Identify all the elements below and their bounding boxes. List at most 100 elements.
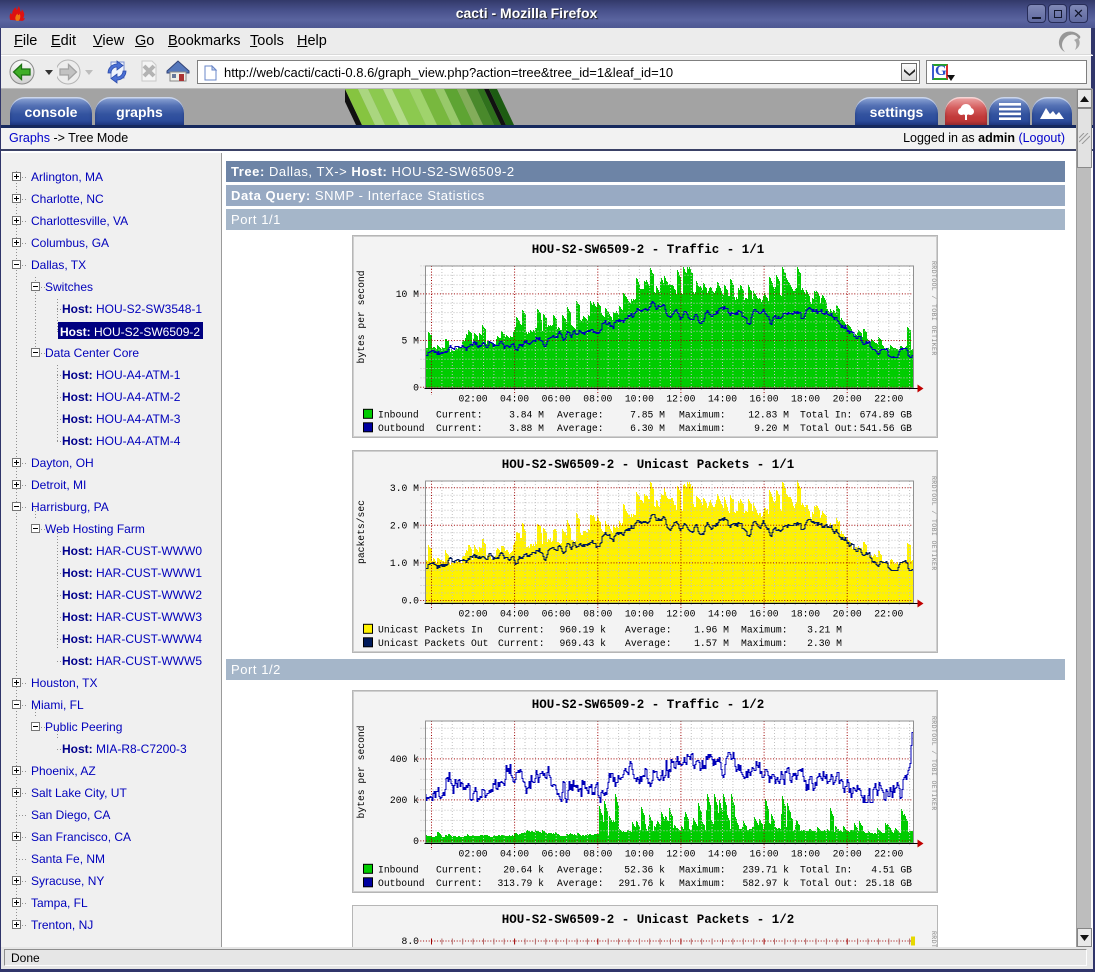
svg-text:Average:: Average:: [625, 625, 672, 636]
svg-text:RRDTOOL /: RRDTOOL /: [930, 931, 937, 947]
svg-text:18:00: 18:00: [791, 609, 820, 620]
svg-text:16:00: 16:00: [750, 849, 779, 860]
svg-text:14:00: 14:00: [708, 394, 737, 405]
svg-text:18:00: 18:00: [791, 394, 820, 405]
svg-text:Average:: Average:: [625, 638, 672, 649]
svg-text:HOU-S2-SW6509-2 - Unicast Pack: HOU-S2-SW6509-2 - Unicast Packets - 1/2: [502, 913, 795, 927]
svg-text:Unicast Packets In: Unicast Packets In: [378, 625, 483, 636]
svg-text:14:00: 14:00: [708, 849, 737, 860]
svg-text:bytes per second: bytes per second: [356, 270, 367, 363]
svg-text:Current:: Current:: [498, 625, 545, 636]
svg-text:Average:: Average:: [557, 878, 604, 889]
svg-text:52.36 k: 52.36 k: [624, 865, 665, 876]
svg-text:313.79 k: 313.79 k: [497, 878, 544, 889]
svg-text:Current:: Current:: [436, 865, 483, 876]
svg-text:Average:: Average:: [557, 410, 604, 421]
svg-text:582.97 k: 582.97 k: [742, 878, 789, 889]
svg-text:14:00: 14:00: [708, 609, 737, 620]
svg-text:08:00: 08:00: [583, 394, 612, 405]
svg-text:Inbound: Inbound: [378, 865, 419, 876]
svg-text:12.83 M: 12.83 M: [748, 410, 789, 421]
svg-text:12:00: 12:00: [666, 394, 695, 405]
svg-text:Current:: Current:: [436, 878, 483, 889]
svg-text:04:00: 04:00: [500, 849, 529, 860]
svg-text:02:00: 02:00: [459, 394, 488, 405]
svg-text:Inbound: Inbound: [378, 410, 419, 421]
svg-text:20:00: 20:00: [833, 609, 862, 620]
svg-text:02:00: 02:00: [459, 849, 488, 860]
svg-text:22:00: 22:00: [874, 609, 903, 620]
svg-text:Current:: Current:: [436, 410, 483, 421]
svg-text:10:00: 10:00: [625, 394, 654, 405]
svg-text:7.85 M: 7.85 M: [630, 410, 665, 421]
svg-text:969.43 k: 969.43 k: [559, 638, 606, 649]
svg-text:1.57 M: 1.57 M: [694, 638, 729, 649]
svg-text:200 k: 200 k: [390, 795, 419, 806]
svg-text:3.21 M: 3.21 M: [807, 625, 842, 636]
svg-text:Maximum:: Maximum:: [741, 638, 788, 649]
svg-text:HOU-S2-SW6509-2 - Traffic - 1/: HOU-S2-SW6509-2 - Traffic - 1/2: [532, 698, 765, 712]
svg-text:Average:: Average:: [557, 423, 604, 434]
svg-text:20:00: 20:00: [833, 849, 862, 860]
svg-text:Current:: Current:: [436, 423, 483, 434]
svg-text:RRDTOOL / TOBI OETIKER: RRDTOOL / TOBI OETIKER: [930, 261, 937, 356]
svg-text:10:00: 10:00: [625, 609, 654, 620]
svg-text:10 M: 10 M: [396, 289, 419, 300]
svg-text:239.71 k: 239.71 k: [742, 865, 789, 876]
svg-text:packets/sec: packets/sec: [356, 500, 367, 564]
svg-text:Maximum:: Maximum:: [679, 410, 726, 421]
svg-text:Unicast Packets Out: Unicast Packets Out: [378, 638, 488, 649]
svg-text:06:00: 06:00: [542, 609, 571, 620]
svg-text:Maximum:: Maximum:: [679, 423, 726, 434]
svg-text:4.51 GB: 4.51 GB: [871, 865, 912, 876]
svg-text:960.19 k: 960.19 k: [559, 625, 606, 636]
svg-text:HOU-S2-SW6509-2 - Unicast Pack: HOU-S2-SW6509-2 - Unicast Packets - 1/1: [502, 458, 795, 472]
svg-text:16:00: 16:00: [750, 609, 779, 620]
svg-text:08:00: 08:00: [583, 609, 612, 620]
svg-text:02:00: 02:00: [459, 609, 488, 620]
svg-text:Maximum:: Maximum:: [679, 878, 726, 889]
svg-text:20.64 k: 20.64 k: [503, 865, 544, 876]
svg-text:bytes per second: bytes per second: [356, 725, 367, 818]
svg-text:8.0: 8.0: [402, 936, 420, 947]
svg-text:2.30 M: 2.30 M: [807, 638, 842, 649]
svg-text:25.18 GB: 25.18 GB: [865, 878, 912, 889]
svg-text:08:00: 08:00: [583, 849, 612, 860]
svg-text:Total In:: Total In:: [800, 865, 852, 876]
svg-text:Total Out:: Total Out:: [800, 878, 858, 889]
svg-text:400 k: 400 k: [390, 754, 419, 765]
svg-text:Current:: Current:: [498, 638, 545, 649]
svg-text:1.96 M: 1.96 M: [694, 625, 729, 636]
svg-text:HOU-S2-SW6509-2 - Traffic - 1/: HOU-S2-SW6509-2 - Traffic - 1/1: [532, 243, 765, 257]
svg-text:9.20 M: 9.20 M: [754, 423, 789, 434]
svg-text:2.0 M: 2.0 M: [390, 521, 419, 532]
svg-text:RRDTOOL / TOBI OETIKER: RRDTOOL / TOBI OETIKER: [930, 476, 937, 571]
svg-text:5 M: 5 M: [402, 336, 420, 347]
svg-text:12:00: 12:00: [666, 609, 695, 620]
svg-text:0: 0: [413, 836, 419, 847]
svg-text:04:00: 04:00: [500, 394, 529, 405]
svg-text:06:00: 06:00: [542, 849, 571, 860]
svg-text:674.89 GB: 674.89 GB: [860, 410, 913, 421]
svg-text:541.56 GB: 541.56 GB: [860, 423, 913, 434]
svg-text:10:00: 10:00: [625, 849, 654, 860]
svg-text:Average:: Average:: [557, 865, 604, 876]
svg-text:Total Out:: Total Out:: [800, 423, 858, 434]
svg-text:22:00: 22:00: [874, 394, 903, 405]
svg-text:0.0: 0.0: [402, 596, 420, 607]
svg-text:06:00: 06:00: [542, 394, 571, 405]
svg-text:1.0 M: 1.0 M: [390, 558, 419, 569]
svg-text:6.30 M: 6.30 M: [630, 423, 665, 434]
svg-text:3.84 M: 3.84 M: [509, 410, 544, 421]
svg-text:Outbound: Outbound: [378, 878, 425, 889]
svg-text:18:00: 18:00: [791, 849, 820, 860]
svg-text:Total In:: Total In:: [800, 410, 852, 421]
svg-text:Maximum:: Maximum:: [741, 625, 788, 636]
svg-text:0: 0: [413, 382, 419, 393]
svg-text:16:00: 16:00: [750, 394, 779, 405]
svg-text:20:00: 20:00: [833, 394, 862, 405]
svg-text:Maximum:: Maximum:: [679, 865, 726, 876]
svg-text:12:00: 12:00: [666, 849, 695, 860]
svg-text:04:00: 04:00: [500, 609, 529, 620]
svg-text:22:00: 22:00: [874, 849, 903, 860]
